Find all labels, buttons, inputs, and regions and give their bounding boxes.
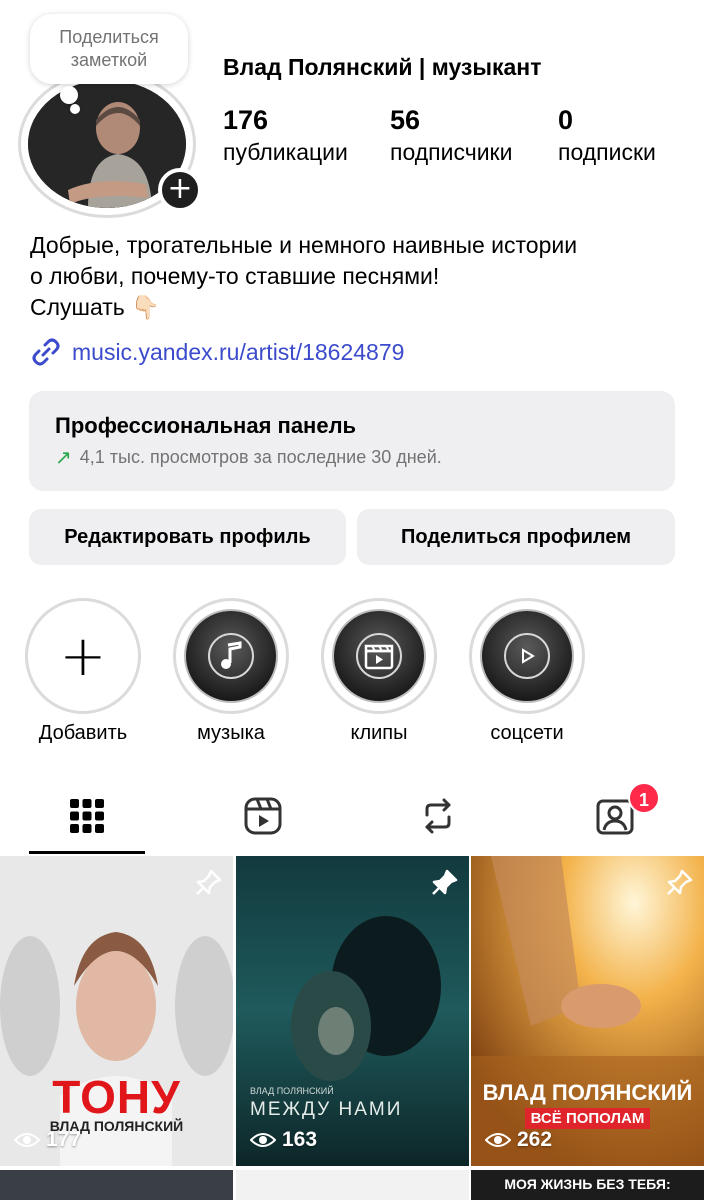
post-views-count: 163: [282, 1128, 318, 1151]
pro-panel-subtitle: ↗ 4,1 тыс. просмотров за последние 30 дн…: [55, 445, 649, 469]
posts-count: 176: [223, 105, 269, 135]
following-label: подписки: [558, 139, 656, 165]
pro-panel-stats: 4,1 тыс. просмотров за последние 30 дней…: [79, 446, 442, 467]
bio-line: Добрые, трогательные и немного наивные и…: [30, 232, 578, 258]
profile-name: Влад Полянский | музыкант: [223, 54, 542, 80]
profile-link[interactable]: music.yandex.ru/artist/18624879: [30, 336, 404, 368]
music-note-icon: [208, 633, 254, 679]
note-text-line2: заметкой: [70, 50, 148, 70]
post-cover-artist: ВЛАД ПОЛЯНСКИЙ: [250, 1086, 334, 1096]
stat-posts[interactable]: 176 публикации: [223, 104, 348, 168]
trend-up-icon: ↗: [55, 445, 72, 469]
note-bubble-tail-small: [70, 104, 80, 114]
post-views-count: 177: [46, 1128, 82, 1151]
add-story-button[interactable]: +: [158, 168, 202, 212]
bio-line: о любви, почему-то ставшие песнями!: [30, 263, 440, 289]
highlight-label: музыка: [197, 722, 265, 744]
profile-tabs: [0, 780, 704, 856]
highlight-clips[interactable]: клипы: [321, 598, 437, 745]
edit-profile-button[interactable]: Редактировать профиль: [29, 509, 346, 565]
eye-icon: [250, 1133, 276, 1147]
following-count: 0: [558, 105, 574, 135]
post-tile[interactable]: ТОНУ ВЛАД ПОЛЯНСКИЙ 177: [0, 856, 233, 1166]
stat-following[interactable]: 0 подписки: [558, 104, 656, 168]
reels-icon: [244, 797, 282, 835]
professional-dashboard[interactable]: Профессиональная панель ↗ 4,1 тыс. просм…: [29, 391, 675, 491]
pin-icon: [196, 869, 222, 895]
followers-count: 56: [390, 105, 421, 135]
eye-icon: [14, 1133, 40, 1147]
post-cover-title: МОЯ ЖИЗНЬ БЕЗ ТЕБЯ:: [504, 1176, 671, 1192]
post-tile[interactable]: ВЛАД ПОЛЯНСКИЙ ВСЁ ПОПОЛАМ 262: [471, 856, 704, 1166]
post-tile[interactable]: [236, 1170, 469, 1200]
post-cover-subtitle: ВСЁ ПОПОЛАМ: [524, 1108, 651, 1129]
link-icon: [32, 338, 60, 366]
post-tile[interactable]: МОЯ ЖИЗНЬ БЕЗ ТЕБЯ:: [471, 1170, 704, 1200]
active-tab-indicator: [29, 851, 145, 854]
post-cover-subtitle-wrap: ВСЁ ПОПОЛАМ: [471, 1108, 704, 1129]
plus-icon: +: [59, 623, 107, 689]
posts-label: публикации: [223, 139, 348, 165]
pin-icon: [432, 869, 458, 895]
post-cover-title: МЕЖДУ НАМИ: [250, 1099, 403, 1120]
highlight-label: соцсети: [490, 722, 564, 744]
highlight-add[interactable]: + Добавить: [25, 598, 141, 745]
bio-line: Слушать 👇🏻: [30, 294, 160, 320]
note-text-line1: Поделиться: [59, 27, 159, 47]
post-cover-title: ВЛАД ПОЛЯНСКИЙ: [482, 1080, 693, 1105]
grid-icon: [70, 799, 104, 833]
highlight-circle[interactable]: [321, 598, 437, 714]
share-profile-button[interactable]: Поделиться профилем: [357, 509, 675, 565]
play-circle-icon: [504, 633, 550, 679]
post-cover-title: ТОНУ: [52, 1071, 181, 1123]
post-views: 177: [14, 1128, 81, 1152]
stat-followers[interactable]: 56 подписчики: [390, 104, 512, 168]
highlight-circle[interactable]: [469, 598, 585, 714]
highlight-socials[interactable]: соцсети: [469, 598, 585, 745]
profile-bio: Добрые, трогательные и немного наивные и…: [30, 230, 680, 323]
avatar[interactable]: +: [18, 70, 202, 218]
highlight-circle[interactable]: [173, 598, 289, 714]
tab-reposts[interactable]: [380, 780, 496, 852]
followers-label: подписчики: [390, 139, 513, 165]
share-note-bubble[interactable]: Поделиться заметкой: [30, 14, 188, 84]
pro-panel-title: Профессиональная панель: [55, 413, 357, 438]
highlight-label: Добавить: [38, 722, 128, 744]
highlight-add-circle[interactable]: +: [25, 598, 141, 714]
highlight-label: клипы: [350, 722, 408, 744]
notification-badge: 1: [628, 782, 660, 814]
pin-icon: [667, 869, 693, 895]
post-tile[interactable]: ВЛАД ПОЛЯНСКИЙ МЕЖДУ НАМИ 163: [236, 856, 469, 1166]
eye-icon: [485, 1133, 511, 1147]
tab-reels[interactable]: [205, 780, 321, 852]
post-views: 163: [250, 1128, 317, 1152]
highlight-music[interactable]: музыка: [173, 598, 289, 745]
post-views: 262: [485, 1128, 552, 1152]
post-tile[interactable]: [0, 1170, 233, 1200]
note-bubble-tail: [60, 86, 78, 104]
profile-link-text[interactable]: music.yandex.ru/artist/18624879: [72, 339, 404, 366]
reposts-icon: [425, 798, 451, 834]
clapperboard-icon: [356, 633, 402, 679]
post-views-count: 262: [517, 1128, 553, 1151]
tab-grid[interactable]: [29, 780, 145, 852]
